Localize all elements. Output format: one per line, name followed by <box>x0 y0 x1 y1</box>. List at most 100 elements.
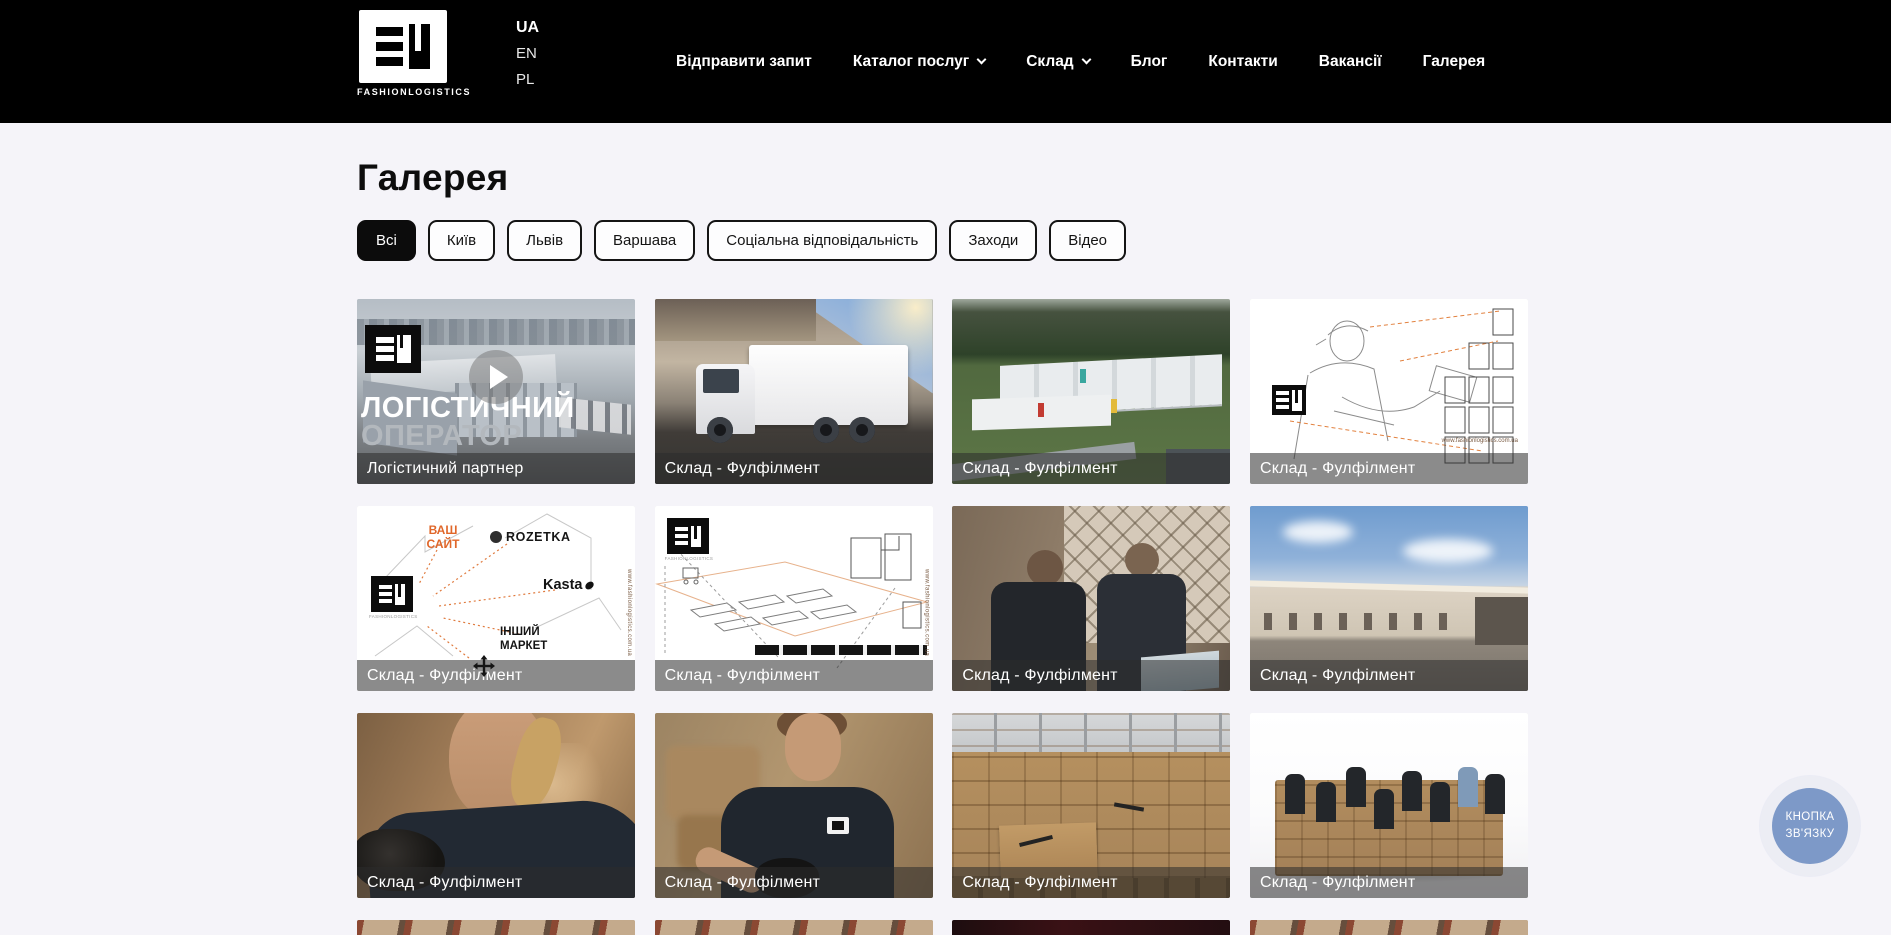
nav-services-catalog[interactable]: Каталог послуг <box>853 53 985 71</box>
contact-button[interactable]: КНОПКА ЗВ'ЯЗКУ <box>1760 776 1860 876</box>
fashionlogistics-watermark <box>667 518 709 554</box>
lang-en[interactable]: EN <box>516 45 539 63</box>
caption-text: Склад - Фулфілмент <box>1260 667 1415 685</box>
logo-sub-text: FASHIONLOGISTICS <box>665 556 714 561</box>
nav-send-request[interactable]: Відправити запит <box>676 53 812 71</box>
truck-wheel-art <box>707 417 733 443</box>
truck-wheel-art <box>849 417 875 443</box>
nav-vacancies[interactable]: Вакансії <box>1319 53 1382 71</box>
kasta-label: Kasta <box>543 577 594 593</box>
filter-events[interactable]: Заходи <box>949 220 1037 261</box>
gallery-item[interactable]: www.fashionlogistics.com.ua Склад - Фулф… <box>1250 299 1528 484</box>
gallery-item[interactable]: Склад - Фулфілмент <box>952 713 1230 898</box>
contact-button-line2: ЗВ'ЯЗКУ <box>1786 826 1835 843</box>
logo-l-glyph <box>409 24 430 69</box>
lang-ua[interactable]: UA <box>516 18 539 37</box>
filter-all[interactable]: Всі <box>357 220 416 261</box>
play-icon[interactable] <box>469 350 523 404</box>
gallery-page: Галерея Всі Київ Львів Варшава Соціальна… <box>357 123 1528 935</box>
language-switcher: UA EN PL <box>516 18 539 89</box>
team-member-art <box>1314 780 1338 836</box>
gallery-thumbnail <box>1250 920 1528 935</box>
nav-label: Галерея <box>1423 53 1486 71</box>
move-cursor-icon <box>473 655 495 677</box>
gallery-item[interactable]: Склад - Фулфілмент <box>655 299 933 484</box>
truck-window-art <box>703 369 739 393</box>
fashionlogistics-logo-mark <box>359 10 447 83</box>
gallery-item-video[interactable]: ЛОГІСТИЧНИЙ ОПЕРАТОР Логістичний партнер <box>357 299 635 484</box>
fashionlogistics-watermark <box>1272 385 1306 415</box>
conveyor-strip-art <box>755 645 927 655</box>
caption-text: Склад - Фулфілмент <box>1260 460 1415 478</box>
gallery-item[interactable]: ВАШ САЙТ ROZETKA Kasta ІНШИЙ МАРКЕТ FASH… <box>357 506 635 691</box>
nav-contacts[interactable]: Контакти <box>1208 53 1277 71</box>
loading-dock-art <box>1475 597 1528 645</box>
nav-label: Склад <box>1026 53 1073 71</box>
nav-warehouse[interactable]: Склад <box>1026 53 1089 71</box>
gallery-item[interactable]: Склад - Фулфілмент <box>952 299 1230 484</box>
team-member-art <box>1344 765 1368 821</box>
gallery-item-partial[interactable] <box>655 920 933 935</box>
gallery-grid: ЛОГІСТИЧНИЙ ОПЕРАТОР Логістичний партнер… <box>357 299 1528 935</box>
nav-label: Відправити запит <box>676 53 812 71</box>
gallery-item[interactable]: Склад - Фулфілмент <box>1250 506 1528 691</box>
lang-pl[interactable]: PL <box>516 71 539 89</box>
chevron-down-icon <box>1081 55 1091 65</box>
gallery-item[interactable]: Склад - Фулфілмент <box>357 713 635 898</box>
contact-button-line1: КНОПКА <box>1786 809 1835 826</box>
kasta-text: Kasta <box>543 577 583 593</box>
nav-label: Каталог послуг <box>853 53 969 71</box>
caption-text: Склад - Фулфілмент <box>665 460 820 478</box>
nav-blog[interactable]: Блог <box>1131 53 1168 71</box>
warehouse-doors-art <box>1264 613 1450 630</box>
person-head-art <box>1125 543 1159 577</box>
gallery-caption: Склад - Фулфілмент <box>655 867 933 898</box>
team-member-art <box>1283 772 1307 828</box>
gallery-item-partial[interactable] <box>1250 920 1528 935</box>
team-member-art <box>1372 787 1396 843</box>
other-market-label: ІНШИЙ МАРКЕТ <box>500 625 580 654</box>
filter-video[interactable]: Відео <box>1049 220 1126 261</box>
video-overlay-title: ЛОГІСТИЧНИЙ ОПЕРАТОР <box>361 394 575 450</box>
gallery-item[interactable]: Склад - Фулфілмент <box>655 713 933 898</box>
gallery-item[interactable]: Склад - Фулфілмент <box>952 506 1230 691</box>
fashionlogistics-logo[interactable]: FASHIONLOGISTICS <box>357 10 449 97</box>
gallery-caption: Склад - Фулфілмент <box>952 453 1230 484</box>
your-site-label: ВАШ САЙТ <box>419 524 467 552</box>
site-header: FASHIONLOGISTICS UA EN PL Відправити зап… <box>0 0 1891 123</box>
rozetka-logo-icon <box>490 531 502 543</box>
gallery-item-partial[interactable] <box>952 920 1230 935</box>
truck-wheel-art <box>813 417 839 443</box>
filter-lviv[interactable]: Львів <box>507 220 582 261</box>
nav-gallery[interactable]: Галерея <box>1423 53 1486 71</box>
gallery-caption: Склад - Фулфілмент <box>1250 867 1528 898</box>
team-member-art <box>1483 772 1507 828</box>
gallery-item-partial[interactable] <box>357 920 635 935</box>
gallery-item[interactable]: Склад - Фулфілмент <box>1250 713 1528 898</box>
truck-trailer-art <box>749 345 907 425</box>
caption-text: Склад - Фулфілмент <box>665 667 820 685</box>
accent-art <box>1111 399 1117 413</box>
gallery-item[interactable]: FASHIONLOGISTICS www.fashionlogistics.co… <box>655 506 933 691</box>
accent-art <box>1038 403 1044 417</box>
nav-label: Контакти <box>1208 53 1277 71</box>
team-member-art <box>1456 765 1480 821</box>
caption-text: Склад - Фулфілмент <box>665 874 820 892</box>
person-head-art <box>1027 550 1063 586</box>
overlay-line-1: ЛОГІСТИЧНИЙ <box>361 394 575 422</box>
filter-kyiv[interactable]: Київ <box>428 220 495 261</box>
gallery-caption: Склад - Фулфілмент <box>655 660 933 691</box>
gallery-caption: Склад - Фулфілмент <box>1250 660 1528 691</box>
cloud-art <box>1403 539 1493 563</box>
logo-f-glyph <box>376 27 403 66</box>
person-head-art <box>785 713 841 781</box>
logo-sub-text: FASHIONLOGISTICS <box>369 614 418 619</box>
caption-text: Склад - Фулфілмент <box>962 874 1117 892</box>
caption-text: Логістичний партнер <box>367 460 523 478</box>
filter-warsaw[interactable]: Варшава <box>594 220 695 261</box>
caption-text: Склад - Фулфілмент <box>962 460 1117 478</box>
caption-text: Склад - Фулфілмент <box>962 667 1117 685</box>
gallery-filters: Всі Київ Львів Варшава Соціальна відпові… <box>357 220 1528 261</box>
filter-social-responsibility[interactable]: Соціальна відповідальність <box>707 220 937 261</box>
rozetka-text: ROZETKA <box>506 530 571 544</box>
